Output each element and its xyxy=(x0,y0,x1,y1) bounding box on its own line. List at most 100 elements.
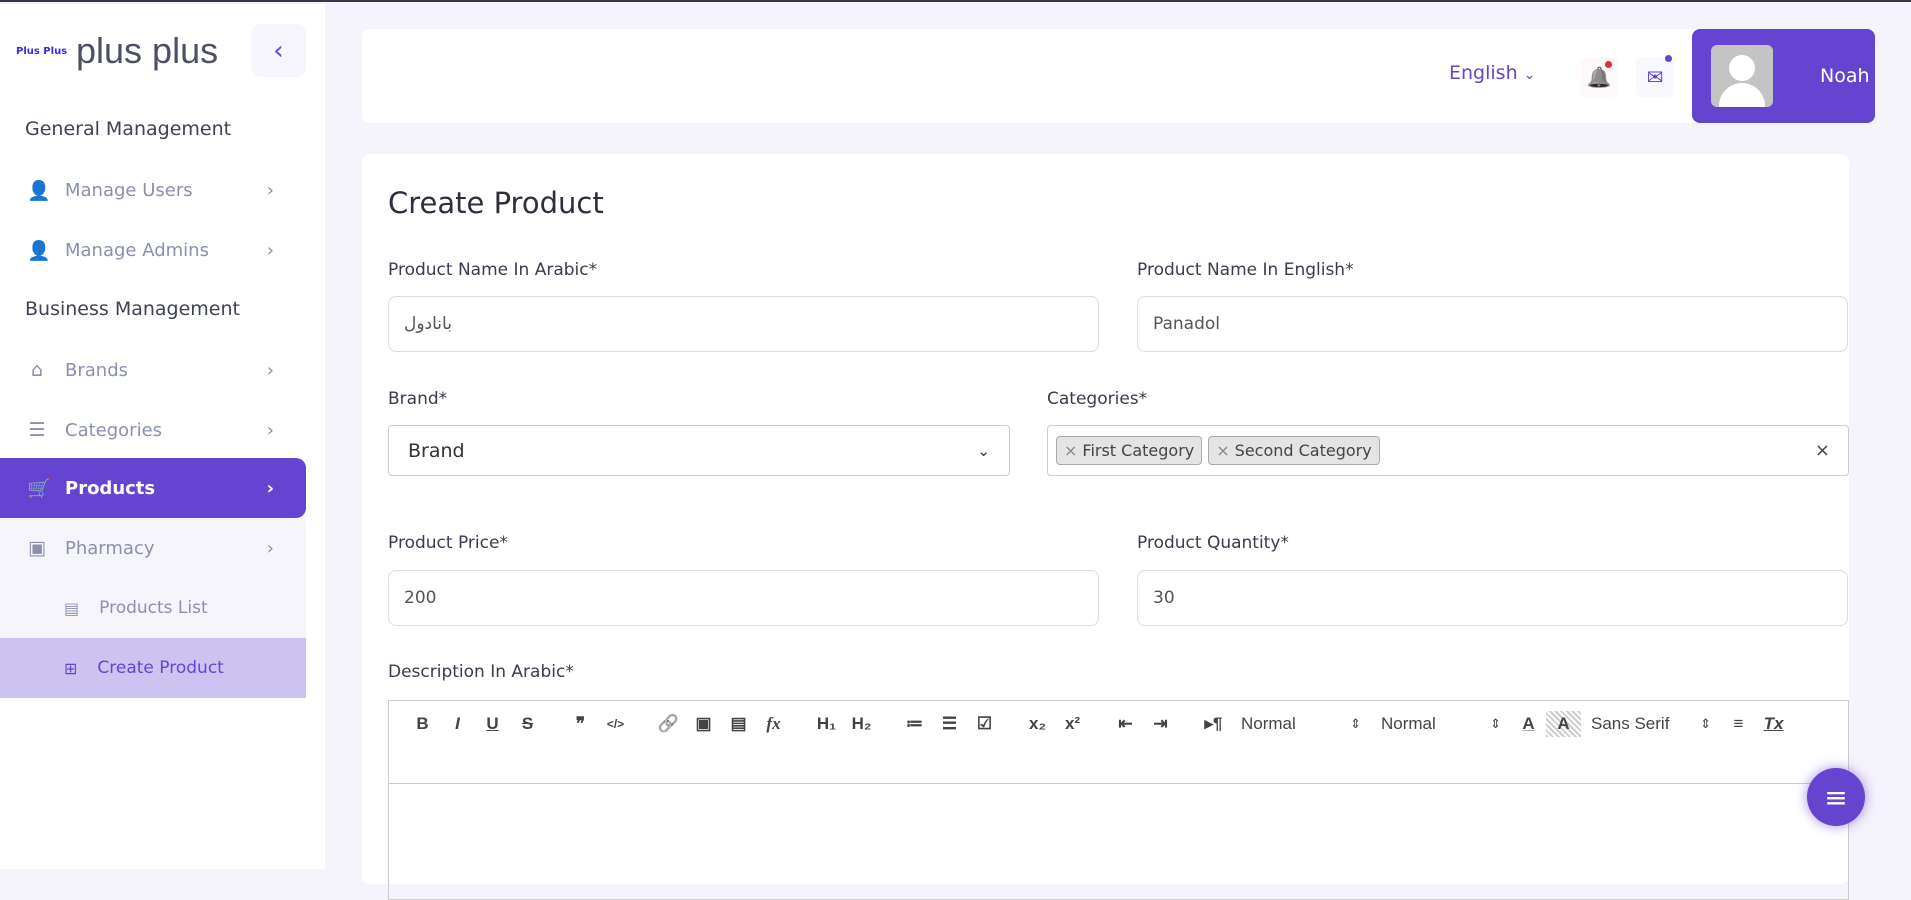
tag-label: First Category xyxy=(1082,441,1195,460)
label: Products List xyxy=(99,598,208,618)
chevron-right-icon: › xyxy=(266,359,274,381)
brand-select[interactable]: Brand ⌄ xyxy=(388,425,1010,476)
video-icon[interactable]: ▤ xyxy=(721,711,756,737)
sidebar-subitem-create-product[interactable]: ⊞ Create Product xyxy=(0,638,306,698)
plus-square-icon: ⊞ xyxy=(64,658,78,678)
header1-icon[interactable]: H₁ xyxy=(809,711,844,737)
editor-toolbar: B I U S ❞ </> 🔗 ▣ ▤ fx H₁ H₂ ≔ ☰ ☑ x₂ x²… xyxy=(389,701,1848,784)
user-name: Noah xyxy=(1820,65,1870,87)
sidebar-item-products[interactable]: 🛒 Products › xyxy=(0,458,306,518)
font-picker[interactable]: Sans Serif ⇕ xyxy=(1581,711,1721,737)
indent-icon[interactable]: ⇥ xyxy=(1143,711,1178,737)
document-icon: ▤ xyxy=(64,598,80,618)
user-icon: 👤 xyxy=(27,179,51,202)
brand-name: plus plus xyxy=(76,30,219,71)
notification-dot xyxy=(1605,61,1612,68)
size-value: Normal xyxy=(1241,714,1296,733)
blockquote-icon[interactable]: ❞ xyxy=(563,711,598,737)
formula-icon[interactable]: fx xyxy=(756,711,791,737)
ordered-list-icon[interactable]: ≔ xyxy=(897,711,932,737)
categories-multiselect[interactable]: × First Category × Second Category × xyxy=(1047,425,1849,476)
bullet-list-icon[interactable]: ☰ xyxy=(932,711,967,737)
text-color-icon[interactable]: A xyxy=(1511,711,1546,737)
sidebar-item-categories[interactable]: ☰ Categories › xyxy=(0,400,306,460)
categories-label: Categories* xyxy=(1047,389,1148,409)
label: Products xyxy=(65,477,156,499)
label: Manage Users xyxy=(65,179,193,201)
remove-tag-icon[interactable]: × xyxy=(1216,441,1229,460)
hospital-icon: ▣ xyxy=(28,537,46,559)
sidebar-item-manage-users[interactable]: 👤 Manage Users › xyxy=(0,160,306,220)
link-icon[interactable]: 🔗 xyxy=(651,711,686,737)
brand-value: Brand xyxy=(408,439,465,462)
mail-icon: ✉ xyxy=(1646,65,1664,89)
product-name-arabic-input[interactable]: بانادول xyxy=(388,296,1099,352)
italic-icon[interactable]: I xyxy=(440,711,475,737)
outdent-icon[interactable]: ⇤ xyxy=(1108,711,1143,737)
chevron-right-icon: › xyxy=(266,239,274,261)
description-ar-label: Description In Arabic* xyxy=(388,662,574,682)
floating-menu-button[interactable]: ≡ xyxy=(1807,768,1865,826)
header-picker[interactable]: Normal ⇕ xyxy=(1371,711,1511,737)
label: Categories xyxy=(65,419,163,441)
list-icon: ☰ xyxy=(28,419,46,441)
user-profile-button[interactable]: Noah xyxy=(1692,29,1875,123)
font-value: Sans Serif xyxy=(1591,714,1670,733)
section-business-management: Business Management xyxy=(25,298,240,320)
hamburger-icon: ≡ xyxy=(1824,780,1848,814)
subscript-icon[interactable]: x₂ xyxy=(1020,711,1055,737)
chevron-left-icon: ‹ xyxy=(273,35,284,66)
superscript-icon[interactable]: x² xyxy=(1055,711,1090,737)
price-label: Product Price* xyxy=(388,533,508,553)
clear-icon[interactable]: × xyxy=(1815,440,1830,461)
category-tag: × Second Category xyxy=(1208,436,1380,465)
brand-label: Brand* xyxy=(388,389,448,409)
store-icon: ⌂ xyxy=(30,359,44,381)
messages-button[interactable]: ✉ xyxy=(1636,55,1674,97)
chevron-right-icon: › xyxy=(266,477,274,499)
description-arabic-editor: B I U S ❞ </> 🔗 ▣ ▤ fx H₁ H₂ ≔ ☰ ☑ x₂ x²… xyxy=(388,700,1849,900)
message-dot xyxy=(1665,55,1672,62)
language-label: English xyxy=(1449,62,1518,84)
label: Create Product xyxy=(97,658,224,678)
page-title: Create Product xyxy=(388,186,604,220)
image-icon[interactable]: ▣ xyxy=(686,711,721,737)
product-quantity-input[interactable]: 30 xyxy=(1137,570,1848,626)
sidebar-item-brands[interactable]: ⌂ Brands › xyxy=(0,340,306,400)
product-price-input[interactable]: 200 xyxy=(388,570,1099,626)
avatar xyxy=(1711,45,1773,107)
header2-icon[interactable]: H₂ xyxy=(844,711,879,737)
updown-arrows-icon: ⇕ xyxy=(1350,716,1361,731)
check-list-icon[interactable]: ☑ xyxy=(967,711,1002,737)
sidebar-item-manage-admins[interactable]: 👤 Manage Admins › xyxy=(0,220,306,280)
code-icon[interactable]: </> xyxy=(598,711,633,737)
label: Brands xyxy=(65,359,128,381)
language-selector[interactable]: English ⌄ xyxy=(1449,62,1535,84)
header-value: Normal xyxy=(1381,714,1436,733)
chevron-down-icon: ⌄ xyxy=(977,441,990,460)
text-direction-icon[interactable]: ▸¶ xyxy=(1196,711,1231,737)
product-name-english-input[interactable]: Panadol xyxy=(1137,296,1848,352)
tag-label: Second Category xyxy=(1234,441,1372,460)
section-general-management: General Management xyxy=(25,118,232,140)
strike-icon[interactable]: S xyxy=(510,711,545,737)
bell-icon: 🔔 xyxy=(1586,65,1612,89)
chevron-down-icon: ⌄ xyxy=(1523,67,1536,83)
bold-icon[interactable]: B xyxy=(405,711,440,737)
logo: Plus Plus xyxy=(16,46,68,57)
top-header xyxy=(362,29,1849,123)
collapse-sidebar-button[interactable]: ‹ xyxy=(251,24,306,77)
chevron-right-icon: › xyxy=(266,179,274,201)
remove-tag-icon[interactable]: × xyxy=(1064,441,1077,460)
size-picker[interactable]: Normal ⇕ xyxy=(1231,711,1371,737)
category-tag: × First Category xyxy=(1056,436,1203,465)
clear-format-icon[interactable]: Tx xyxy=(1756,711,1791,737)
sidebar-item-pharmacy[interactable]: ▣ Pharmacy › xyxy=(0,518,306,578)
align-icon[interactable]: ≡ xyxy=(1721,711,1756,737)
sidebar-subitem-products-list[interactable]: ▤ Products List xyxy=(0,578,306,638)
chevron-right-icon: › xyxy=(266,419,274,441)
underline-icon[interactable]: U xyxy=(475,711,510,737)
notifications-button[interactable]: 🔔 xyxy=(1580,57,1618,97)
background-color-icon[interactable]: A xyxy=(1546,711,1581,737)
name-en-label: Product Name In English* xyxy=(1137,260,1354,280)
